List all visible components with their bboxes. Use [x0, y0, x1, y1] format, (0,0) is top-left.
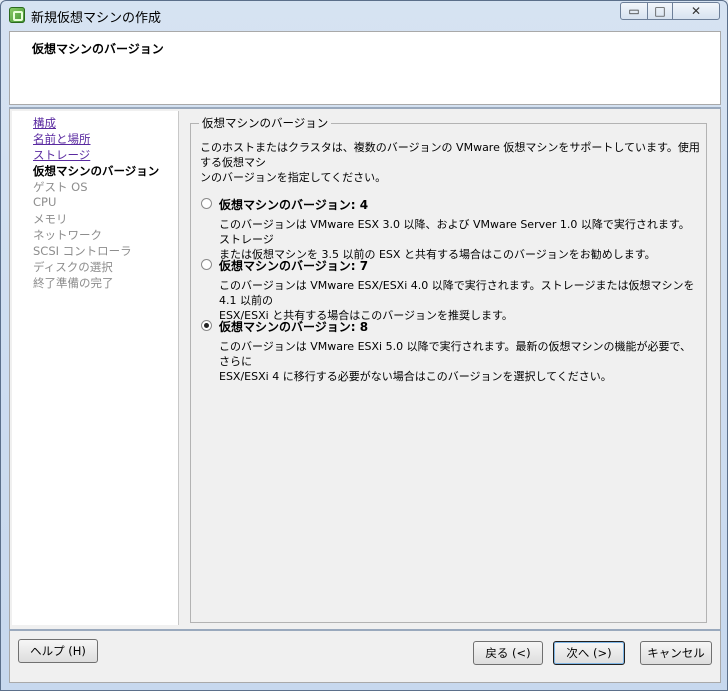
option-description: このバージョンは VMware ESXi 5.0 以降で実行されます。最新の仮想… — [219, 339, 699, 384]
step-navigation: 構成 名前と場所 ストレージ 仮想マシンのバージョン ゲスト OS CPU メモ… — [12, 111, 179, 625]
step-configuration[interactable]: 構成 — [33, 115, 56, 131]
step-vm-version: 仮想マシンのバージョン — [33, 164, 160, 178]
desc-line: ESX/ESXi 4 に移行する必要がない場合はこのバージョンを選択してください… — [219, 370, 612, 383]
radio-version-4[interactable] — [201, 198, 212, 209]
cancel-button[interactable]: キャンセル — [640, 641, 712, 665]
step-name-location[interactable]: 名前と場所 — [33, 131, 91, 147]
option-description: このバージョンは VMware ESX 3.0 以降、および VMware Se… — [219, 217, 699, 262]
radio-version-8[interactable] — [201, 320, 212, 331]
option-description: このバージョンは VMware ESX/ESXi 4.0 以降で実行されます。ス… — [219, 278, 699, 323]
maximize-button[interactable]: □ — [647, 2, 673, 20]
desc-line: このバージョンは VMware ESX/ESXi 4.0 以降で実行されます。ス… — [219, 279, 695, 307]
window-title: 新規仮想マシンの作成 — [31, 11, 162, 26]
step-ready-to-complete: 終了準備の完了 — [33, 276, 114, 290]
step-storage[interactable]: ストレージ — [33, 147, 90, 163]
wizard-content: 構成 名前と場所 ストレージ 仮想マシンのバージョン ゲスト OS CPU メモ… — [9, 109, 721, 629]
back-button[interactable]: 戻る (<) — [473, 641, 543, 665]
intro-line: ンのバージョンを指定してください。 — [200, 171, 387, 184]
radio-version-7[interactable] — [201, 259, 212, 270]
step-scsi-controller: SCSI コントローラ — [33, 244, 132, 258]
page-title: 仮想マシンのバージョン — [32, 42, 164, 56]
step-select-disk: ディスクの選択 — [33, 260, 113, 274]
desc-line: このバージョンは VMware ESX 3.0 以降、および VMware Se… — [219, 218, 690, 246]
option-label[interactable]: 仮想マシンのバージョン: 7 — [219, 257, 368, 274]
step-guest-os: ゲスト OS — [33, 180, 88, 194]
next-button[interactable]: 次へ (>) — [553, 641, 625, 665]
close-button[interactable]: ✕ — [672, 2, 720, 20]
step-cpu: CPU — [33, 195, 57, 209]
wizard-header: 仮想マシンのバージョン — [9, 31, 721, 105]
group-label: 仮想マシンのバージョン — [199, 115, 332, 131]
vsphere-app-icon — [9, 7, 25, 23]
help-button[interactable]: ヘルプ (H) — [18, 639, 98, 663]
option-label[interactable]: 仮想マシンのバージョン: 8 — [219, 318, 368, 335]
minimize-button[interactable]: ▭ — [620, 2, 648, 20]
step-network: ネットワーク — [33, 228, 102, 242]
vm-version-group: 仮想マシンのバージョン このホストまたはクラスタは、複数のバージョンの VMwa… — [190, 115, 707, 623]
option-label[interactable]: 仮想マシンのバージョン: 4 — [219, 196, 368, 213]
intro-text: このホストまたはクラスタは、複数のバージョンの VMware 仮想マシンをサポー… — [200, 140, 700, 185]
wizard-footer: ヘルプ (H) 戻る (<) 次へ (>) キャンセル — [9, 631, 721, 683]
title-bar[interactable]: 新規仮想マシンの作成 ▭ □ ✕ — [1, 1, 727, 29]
wizard-window: 新規仮想マシンの作成 ▭ □ ✕ 仮想マシンのバージョン 構成 名前と場所 スト… — [0, 0, 728, 691]
desc-line: このバージョンは VMware ESXi 5.0 以降で実行されます。最新の仮想… — [219, 340, 692, 368]
intro-line: このホストまたはクラスタは、複数のバージョンの VMware 仮想マシンをサポー… — [200, 141, 700, 169]
step-memory: メモリ — [33, 212, 68, 226]
